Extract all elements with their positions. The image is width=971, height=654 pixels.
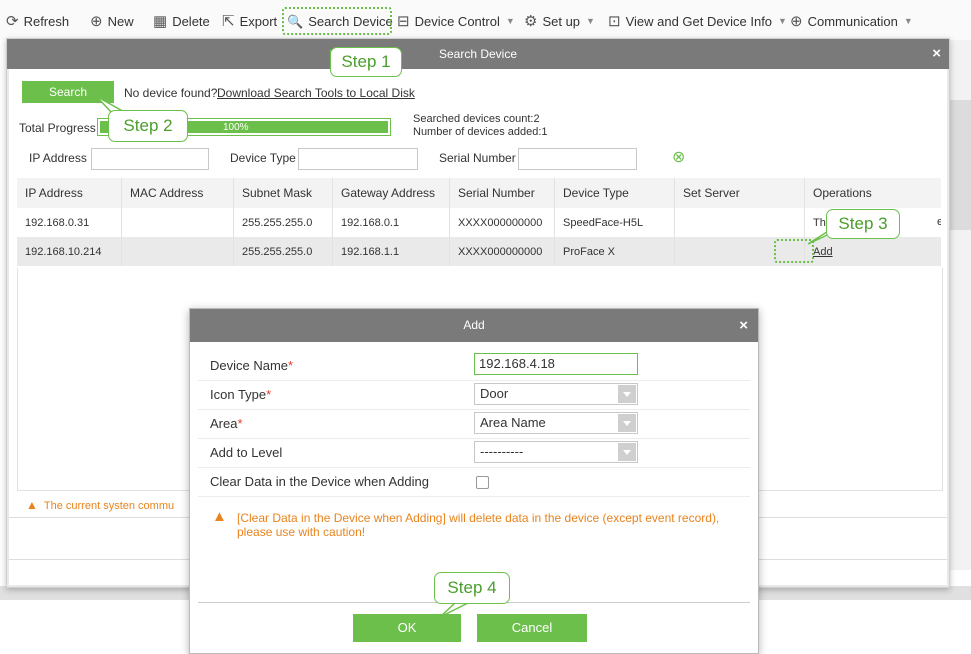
step3-callout: Step 3 bbox=[826, 209, 900, 239]
callout-pointers bbox=[95, 49, 839, 618]
step1-callout: Step 1 bbox=[330, 47, 402, 77]
step4-callout: Step 4 bbox=[434, 572, 510, 604]
callout-pointer bbox=[439, 602, 469, 618]
step2-callout: Step 2 bbox=[108, 110, 188, 142]
